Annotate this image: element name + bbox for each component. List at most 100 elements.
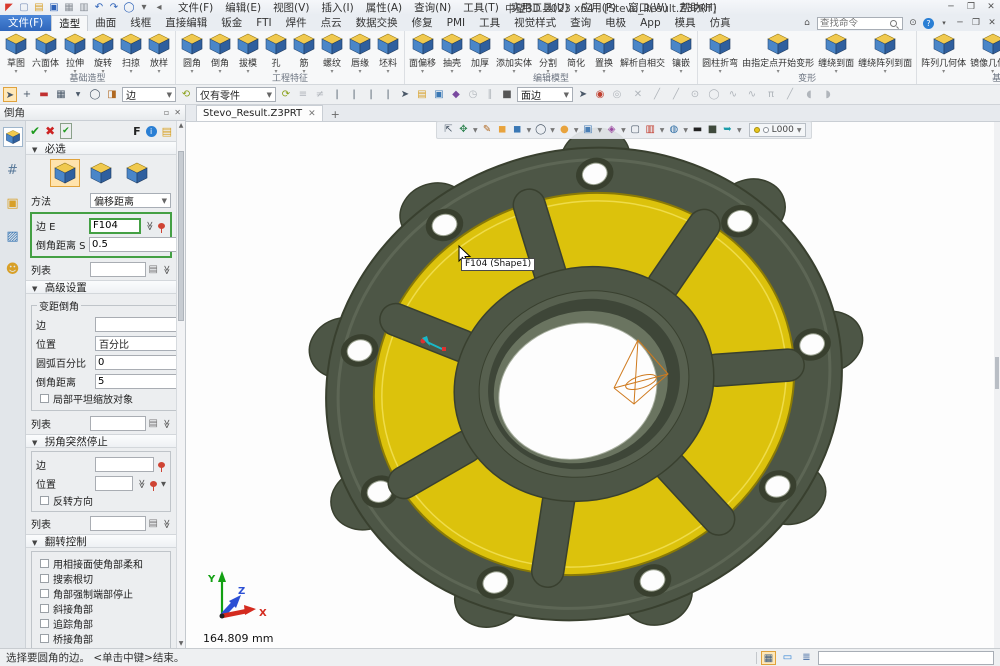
edge-input[interactable] <box>89 218 141 234</box>
cycle-filter-icon[interactable]: ⟳ <box>279 87 293 102</box>
expand-chevron-icon[interactable]: ≫ <box>161 519 171 529</box>
ribbon-tab-查询[interactable]: 查询 <box>563 15 598 31</box>
ribbon-item-镜像几何体[interactable]: 镜像几何体▾ <box>968 32 1000 74</box>
bg-color-icon[interactable]: ■ <box>706 122 719 138</box>
wireframe-view-icon[interactable]: ◯ <box>534 122 547 138</box>
scrollbar-thumb[interactable] <box>178 151 184 321</box>
menu-item-4[interactable]: 属性(A) <box>361 1 407 15</box>
ribbon-tab-焊件[interactable]: 焊件 <box>279 15 314 31</box>
menu-item-3[interactable]: 插入(I) <box>316 1 358 15</box>
expand-chevron-icon[interactable]: ≫ <box>161 265 171 275</box>
layer-combo[interactable]: L000 ▼ <box>749 123 807 137</box>
ribbon-item-放样[interactable]: 放样▾ <box>145 32 173 74</box>
ribbon-item-螺纹[interactable]: 螺纹▾ <box>318 32 346 74</box>
chevron-down-icon[interactable]: ▼ <box>550 127 555 134</box>
remove-selection-icon[interactable]: ▬ <box>37 87 51 102</box>
c-list-input[interactable] <box>90 516 146 531</box>
apply-button[interactable]: ✔ <box>60 123 72 139</box>
ribbon-item-由指定点开始变形[interactable]: 由指定点开始变形▾ <box>740 32 816 74</box>
ribbon-item-坯料[interactable]: 坯料▾ <box>374 32 402 74</box>
v-edge-input[interactable] <box>95 317 176 332</box>
section-corner-stop[interactable]: ▼ 拐角突然停止 <box>26 434 176 448</box>
lasso-select-icon[interactable]: ◯ <box>88 87 102 102</box>
ribbon-item-镶嵌[interactable]: 镶嵌▾ <box>667 32 695 74</box>
shaded-view-icon[interactable]: ◼ <box>511 122 524 138</box>
point-snap-icon[interactable]: ◉ <box>593 87 607 102</box>
visual-manager-icon[interactable]: ▣ <box>3 193 23 213</box>
toggle-filter-1-icon[interactable]: | <box>330 87 344 102</box>
flip-option-checkbox-5[interactable] <box>40 634 49 643</box>
status-input-box[interactable] <box>818 651 994 665</box>
flip-option-checkbox-3[interactable] <box>40 604 49 613</box>
chevron-down-icon[interactable]: ▼ <box>161 480 166 488</box>
v-list-input[interactable] <box>90 416 146 431</box>
viewport-scroll-thumb[interactable] <box>995 357 999 389</box>
3d-viewport[interactable]: ⇱✥▼✎◼◼▼◯▼●▼▣▼◈▼▢▥▼◍▼▬■➥▼ L000 ▼ F104 (Sh… <box>186 122 1000 648</box>
ribbon-tab-数据交换[interactable]: 数据交换 <box>349 15 405 31</box>
ribbon-item-圆角[interactable]: 圆角▾ <box>178 32 206 74</box>
chamfer-type-offset-button[interactable] <box>50 159 80 187</box>
ribbon-item-唇缘[interactable]: 唇缘▾ <box>346 32 374 74</box>
panel-float-icon[interactable]: ▫ <box>164 108 169 117</box>
doc-restore-icon[interactable]: ❐ <box>970 18 982 28</box>
solid-view-icon[interactable]: ◼ <box>496 122 509 138</box>
grab-left-icon[interactable]: ◖ <box>802 87 816 102</box>
sketch-view-icon[interactable]: ✎ <box>481 122 494 138</box>
ribbon-item-缠绕阵列到面[interactable]: 缠绕阵列到面▾ <box>856 32 914 74</box>
list-input[interactable] <box>90 262 146 277</box>
toggle-filter-2-icon[interactable]: | <box>347 87 361 102</box>
ribbon-item-面偏移[interactable]: 面偏移▾ <box>407 32 438 74</box>
ribbon-tab-FTI[interactable]: FTI <box>249 15 278 31</box>
flip-option-checkbox-4[interactable] <box>40 619 49 628</box>
ribbon-item-添加实体[interactable]: 添加实体▾ <box>494 32 534 74</box>
ribbon-item-解析自相交[interactable]: 解析自相交▾ <box>618 32 667 74</box>
menu-item-0[interactable]: 文件(F) <box>173 1 218 15</box>
manager-filter-icon[interactable]: ▣ <box>432 87 446 102</box>
grab-right-icon[interactable]: ◗ <box>821 87 835 102</box>
ribbon-item-圆柱折弯[interactable]: 圆柱折弯▾ <box>700 32 740 74</box>
pick-style-icon[interactable]: ◨ <box>105 87 119 102</box>
list-upload-icon[interactable]: ▤ <box>149 518 158 529</box>
sketch-arc-icon[interactable]: π <box>764 87 778 102</box>
tab-add-button[interactable]: + <box>323 108 348 121</box>
sketch-spline-icon[interactable]: ∿ <box>745 87 759 102</box>
chevron-down-icon[interactable]: ▼ <box>737 127 742 134</box>
flip-option-checkbox-2[interactable] <box>40 589 49 598</box>
chevron-down-icon[interactable]: ▼ <box>574 127 579 134</box>
ribbon-item-置换[interactable]: 置换▾ <box>590 32 618 74</box>
ribbon-tab-App[interactable]: App <box>633 15 668 31</box>
chamfer-type-vertex-button[interactable] <box>122 159 152 187</box>
tab-close-icon[interactable]: ✕ <box>308 109 316 119</box>
save-icon[interactable]: ▣ <box>48 2 60 14</box>
snap-cursor-icon[interactable]: ➤ <box>576 87 590 102</box>
chevron-down-icon[interactable]: ▼ <box>527 127 532 134</box>
redo-icon[interactable]: ↷ <box>108 2 120 14</box>
ribbon-item-简化[interactable]: 简化▾ <box>562 32 590 74</box>
monitor-toggle-icon[interactable]: ▭ <box>780 651 795 665</box>
qat-more-icon[interactable]: ▾ <box>138 2 150 14</box>
pick-list-icon[interactable]: ▦ <box>54 87 68 102</box>
globe-view-icon[interactable]: ◍ <box>667 122 680 138</box>
v-distance-input[interactable] <box>96 376 176 387</box>
scene-icon[interactable]: ▣ <box>582 122 595 138</box>
add-selection-icon[interactable]: + <box>20 87 34 102</box>
ribbon-tab-模具[interactable]: 模具 <box>668 15 703 31</box>
parallel-icon[interactable]: ∥ <box>483 87 497 102</box>
c-position-input[interactable] <box>95 476 133 491</box>
circle-snap-icon[interactable]: ◎ <box>610 87 624 102</box>
toggle-filter-4-icon[interactable]: | <box>381 87 395 102</box>
section-view-icon[interactable]: ▥ <box>644 122 657 138</box>
ribbon-item-六面体[interactable]: 六面体▾ <box>30 32 61 74</box>
chevron-down-icon[interactable]: ▼ <box>598 127 603 134</box>
chamfer-panel-icon[interactable] <box>3 127 23 147</box>
open-file-icon[interactable]: ▤ <box>33 2 45 14</box>
panel-close-icon[interactable]: ✕ <box>174 108 181 117</box>
ribbon-item-草图[interactable]: 草图▾ <box>2 32 30 74</box>
cancel-button[interactable]: ✖ <box>45 124 55 138</box>
sketch-circle-center-icon[interactable]: ⊙ <box>688 87 702 102</box>
ribbon-tab-钣金[interactable]: 钣金 <box>214 15 249 31</box>
ribbon-tab-线框[interactable]: 线框 <box>123 15 158 31</box>
menu-item-6[interactable]: 工具(T) <box>458 1 504 15</box>
menu-item-2[interactable]: 视图(V) <box>268 1 314 15</box>
ribbon-tab-电极[interactable]: 电极 <box>598 15 633 31</box>
